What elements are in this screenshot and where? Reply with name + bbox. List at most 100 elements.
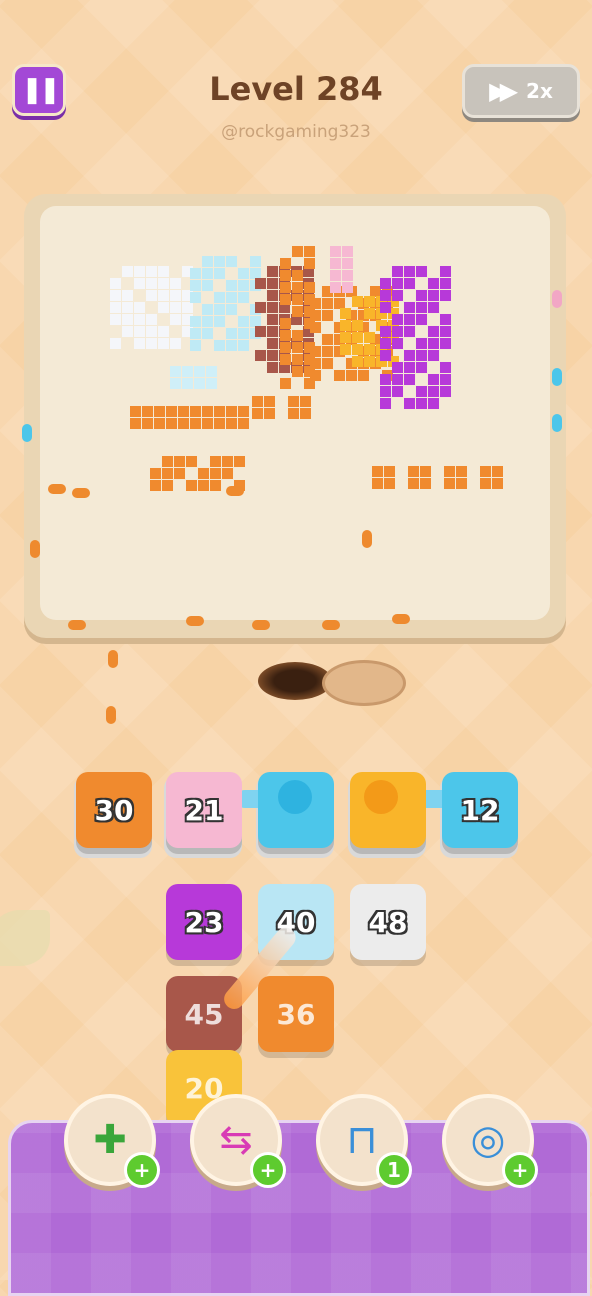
ant — [106, 706, 116, 724]
pixel — [255, 302, 266, 313]
pixel — [440, 290, 451, 301]
pixel — [352, 320, 363, 331]
pixel — [392, 326, 403, 337]
ant — [392, 614, 410, 624]
pixel — [384, 466, 395, 477]
pixel — [392, 374, 403, 385]
pixel — [158, 302, 169, 313]
pixel — [186, 456, 197, 467]
pixel — [322, 346, 333, 357]
pixel — [210, 456, 221, 467]
pixel — [416, 350, 427, 361]
hole-lid — [322, 660, 406, 706]
tray-block-5[interactable]: 12 — [442, 772, 518, 848]
pixel — [404, 326, 415, 337]
pixel — [292, 282, 303, 293]
pixel — [440, 374, 451, 385]
pixel — [392, 278, 403, 289]
pixel — [214, 256, 225, 267]
pixel — [202, 304, 213, 315]
pixel — [372, 478, 383, 489]
grid-block-1[interactable]: 23 — [166, 884, 242, 960]
pixel — [210, 468, 221, 479]
ant — [68, 620, 86, 630]
pixel — [392, 290, 403, 301]
pixel — [190, 340, 201, 351]
pixel — [322, 310, 333, 321]
pixel — [170, 338, 181, 349]
pixel — [310, 370, 321, 381]
pixel — [214, 340, 225, 351]
speed-button[interactable]: ▶▶ 2x — [462, 64, 580, 118]
ant — [552, 290, 562, 308]
pixel — [408, 478, 419, 489]
magnet-booster[interactable]: ⊓ 1 — [316, 1094, 412, 1188]
pixel — [178, 418, 189, 429]
pixel — [352, 356, 363, 367]
pixel — [288, 396, 299, 407]
pixel — [158, 326, 169, 337]
pixel — [214, 316, 225, 327]
shuffle-booster[interactable]: ⇆ + — [190, 1094, 286, 1188]
pixel — [280, 342, 291, 353]
pixel — [392, 266, 403, 277]
pixel — [292, 294, 303, 305]
pixel — [428, 326, 439, 337]
pixel — [162, 456, 173, 467]
pixel — [190, 418, 201, 429]
pixel — [110, 338, 121, 349]
pixel — [404, 314, 415, 325]
pixel — [122, 266, 133, 277]
board-canvas — [40, 206, 550, 620]
pixel — [214, 292, 225, 303]
grid-block-5[interactable]: 36 — [258, 976, 334, 1052]
pixel — [134, 302, 145, 313]
tray-block-2[interactable]: 21 — [166, 772, 242, 848]
pixel — [404, 302, 415, 313]
pixel — [198, 468, 209, 479]
ant — [252, 620, 270, 630]
pixel — [255, 278, 266, 289]
pixel — [190, 316, 201, 327]
pixel — [202, 406, 213, 417]
pixel — [264, 408, 275, 419]
connector-knob — [278, 780, 312, 814]
pixel — [214, 304, 225, 315]
pixel — [202, 256, 213, 267]
pixel — [380, 350, 391, 361]
pixel — [428, 302, 439, 313]
pixel — [310, 298, 321, 309]
pixel — [110, 278, 121, 289]
pixel — [492, 466, 503, 477]
pixel — [202, 328, 213, 339]
top-bar: ❚❚ Level 284 @rockgaming323 ▶▶ 2x — [0, 0, 592, 160]
pixel — [380, 302, 391, 313]
pixel — [428, 398, 439, 409]
pixel — [380, 398, 391, 409]
pixel — [170, 314, 181, 325]
add-slot-booster[interactable]: ✚ + — [64, 1094, 160, 1188]
pixel — [122, 302, 133, 313]
pixel — [222, 456, 233, 467]
pixel — [267, 290, 278, 301]
pixel — [206, 378, 217, 389]
pixel — [190, 406, 201, 417]
pixel — [182, 366, 193, 377]
pixel — [226, 304, 237, 315]
pixel — [210, 480, 221, 491]
pixel — [250, 268, 261, 279]
pixel — [456, 466, 467, 477]
grid-block-3[interactable]: 48 — [350, 884, 426, 960]
pixel — [428, 350, 439, 361]
pixel — [198, 480, 209, 491]
donut-booster[interactable]: ◎ + — [442, 1094, 538, 1188]
pixel — [380, 278, 391, 289]
pixel — [408, 466, 419, 477]
pixel — [238, 406, 249, 417]
pixel — [255, 350, 266, 361]
ant — [552, 368, 562, 386]
pixel — [206, 366, 217, 377]
tray-block-1[interactable]: 30 — [76, 772, 152, 848]
pixel — [416, 314, 427, 325]
pixel — [222, 468, 233, 479]
